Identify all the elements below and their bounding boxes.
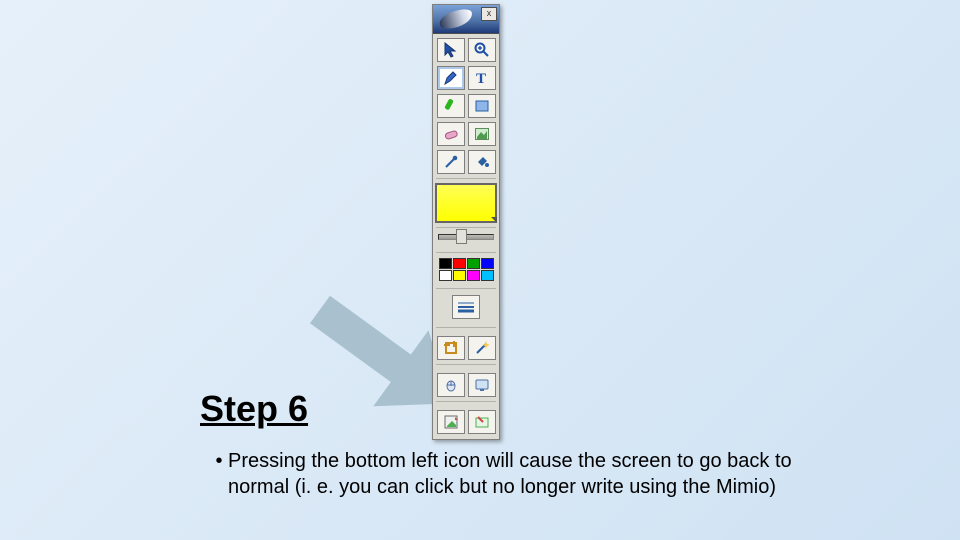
chevron-down-icon	[491, 217, 497, 223]
shape-rectangle-tool[interactable]	[468, 94, 496, 118]
mouse-mode-tool[interactable]	[437, 373, 465, 397]
close-icon[interactable]: x	[481, 7, 497, 21]
fill-bucket-tool[interactable]	[468, 150, 496, 174]
palette-titlebar[interactable]: x	[433, 5, 499, 34]
text-tool[interactable]: T	[468, 66, 496, 90]
current-color-swatch[interactable]	[435, 183, 497, 223]
slide: Step 6 Pressing the bottom left icon wil…	[0, 0, 960, 540]
exit-to-desktop-tool[interactable]	[437, 410, 465, 434]
eyedropper-tool[interactable]	[437, 150, 465, 174]
brush-icon	[437, 6, 474, 32]
zoom-tool[interactable]	[468, 38, 496, 62]
insert-image-tool[interactable]	[468, 122, 496, 146]
pointer-tool[interactable]	[437, 38, 465, 62]
pencil-tool[interactable]	[437, 66, 465, 90]
step-heading: Step 6	[200, 388, 308, 430]
mimio-tool-palette: x T	[432, 4, 500, 440]
line-width-slider[interactable]	[433, 232, 499, 248]
crop-tool[interactable]	[437, 336, 465, 360]
annotate-screen-tool[interactable]	[468, 410, 496, 434]
eraser-tool[interactable]	[437, 122, 465, 146]
svg-text:T: T	[476, 71, 486, 86]
color-mini-swatches[interactable]	[433, 257, 499, 284]
screen-mode-tool[interactable]	[468, 373, 496, 397]
wand-tool[interactable]	[468, 336, 496, 360]
bullet-text: Pressing the bottom left icon will cause…	[228, 448, 800, 500]
line-style-tool[interactable]	[452, 295, 480, 319]
highlighter-tool[interactable]	[437, 94, 465, 118]
step-description: Pressing the bottom left icon will cause…	[200, 448, 800, 500]
